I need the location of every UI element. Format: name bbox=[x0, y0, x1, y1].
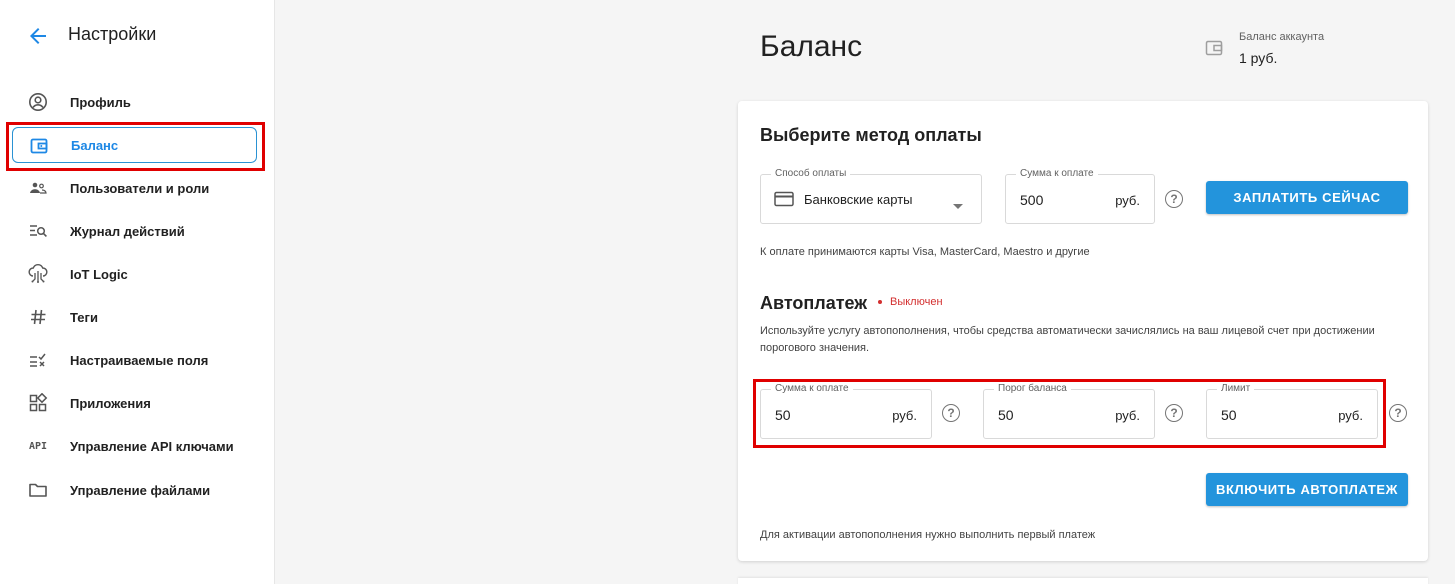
field-unit: руб. bbox=[1115, 408, 1140, 423]
sidebar-item-journal[interactable]: Журнал действий bbox=[12, 213, 257, 249]
sidebar-item-tags[interactable]: Теги bbox=[12, 299, 257, 335]
apps-icon bbox=[28, 393, 48, 413]
field-value: 500 bbox=[1020, 192, 1044, 208]
wallet-icon bbox=[29, 136, 49, 156]
field-unit: руб. bbox=[892, 408, 917, 423]
sidebar-title: Настройки bbox=[68, 24, 157, 44]
sidebar-item-apps[interactable]: Приложения bbox=[12, 385, 257, 421]
sidebar-item-label: Управление API ключами bbox=[70, 438, 234, 454]
payment-amount-field[interactable]: Сумма к оплате 500 руб. bbox=[1005, 168, 1155, 224]
sidebar-header: Настройки bbox=[0, 0, 275, 70]
field-label: Способ оплаты bbox=[771, 168, 851, 179]
field-label: Лимит bbox=[1217, 383, 1255, 394]
sidebar-item-label: Профиль bbox=[70, 94, 131, 110]
field-value: 50 bbox=[1221, 407, 1237, 423]
payment-method-value: Банковские карты bbox=[804, 192, 913, 207]
page-title: Баланс bbox=[760, 30, 863, 63]
autopay-heading: Автоплатеж bbox=[760, 293, 868, 313]
sidebar-item-label: Пользователи и роли bbox=[70, 180, 210, 196]
api-icon: API bbox=[28, 436, 48, 456]
sidebar-item-custom-fields[interactable]: Настраиваемые поля bbox=[12, 342, 257, 378]
journal-search-icon bbox=[28, 221, 48, 241]
help-icon[interactable]: ? bbox=[1165, 190, 1183, 208]
help-icon[interactable]: ? bbox=[1389, 404, 1407, 422]
sidebar-item-label: Журнал действий bbox=[70, 223, 185, 239]
autopay-status: Выключен bbox=[890, 296, 943, 308]
payment-method-heading: Выберите метод оплаты bbox=[760, 125, 982, 145]
sidebar-item-label: Баланс bbox=[71, 137, 119, 153]
sidebar-item-label: Управление файлами bbox=[70, 482, 211, 498]
field-value: 50 bbox=[775, 407, 791, 423]
profile-icon bbox=[28, 92, 48, 112]
sidebar-item-iot-logic[interactable]: IoT Logic bbox=[12, 256, 257, 292]
chevron-down-icon bbox=[953, 197, 963, 215]
sidebar-item-label: IoT Logic bbox=[70, 266, 128, 282]
account-balance-value: 1 руб. bbox=[1239, 50, 1278, 66]
sidebar-item-files[interactable]: Управление файлами bbox=[12, 472, 257, 508]
payment-note: К оплате принимаются карты Visa, MasterC… bbox=[760, 246, 1090, 258]
iot-logic-icon bbox=[28, 264, 48, 284]
autopay-footnote: Для активации автопополнения нужно выпол… bbox=[760, 529, 1096, 541]
autopay-limit-field[interactable]: Лимит 50 руб. bbox=[1206, 383, 1378, 439]
back-arrow-icon[interactable] bbox=[26, 24, 50, 48]
api-icon-text: API bbox=[28, 440, 48, 452]
autopay-description-line2: порогового значения. bbox=[760, 342, 870, 354]
sidebar: Настройки Профиль Баланс Пользователи и … bbox=[0, 0, 275, 584]
field-value: 50 bbox=[998, 407, 1014, 423]
autopay-description-line1: Используйте услугу автопополнения, чтобы… bbox=[760, 325, 1375, 337]
field-label: Сумма к оплате bbox=[1016, 168, 1098, 179]
field-label: Порог баланса bbox=[994, 383, 1071, 394]
sidebar-item-label: Настраиваемые поля bbox=[70, 352, 209, 368]
field-unit: руб. bbox=[1115, 193, 1140, 208]
folder-icon bbox=[28, 480, 48, 500]
custom-fields-icon bbox=[28, 350, 48, 370]
sidebar-item-users-roles[interactable]: Пользователи и роли bbox=[12, 170, 257, 206]
pay-now-button[interactable]: ЗАПЛАТИТЬ СЕЙЧАС bbox=[1206, 181, 1408, 214]
next-card-edge bbox=[738, 578, 1428, 584]
account-balance-label: Баланс аккаунта bbox=[1239, 31, 1325, 43]
sidebar-item-balance[interactable]: Баланс bbox=[12, 127, 257, 163]
field-unit: руб. bbox=[1338, 408, 1363, 423]
status-dot bbox=[878, 300, 882, 304]
autopay-amount-field[interactable]: Сумма к оплате 50 руб. bbox=[760, 383, 932, 439]
sidebar-item-label: Приложения bbox=[70, 395, 151, 411]
payment-method-select[interactable]: Способ оплаты Банковские карты bbox=[760, 168, 982, 224]
sidebar-item-profile[interactable]: Профиль bbox=[12, 84, 257, 120]
field-label: Сумма к оплате bbox=[771, 383, 853, 394]
hashtag-icon bbox=[28, 307, 48, 327]
enable-autopay-button[interactable]: ВКЛЮЧИТЬ АВТОПЛАТЕЖ bbox=[1206, 473, 1408, 506]
wallet-icon bbox=[1205, 39, 1223, 57]
help-icon[interactable]: ? bbox=[1165, 404, 1183, 422]
sidebar-item-api-keys[interactable]: API Управление API ключами bbox=[12, 428, 257, 464]
sidebar-item-label: Теги bbox=[70, 309, 98, 325]
users-icon bbox=[28, 178, 48, 198]
credit-card-icon bbox=[774, 191, 794, 212]
help-icon[interactable]: ? bbox=[942, 404, 960, 422]
autopay-threshold-field[interactable]: Порог баланса 50 руб. bbox=[983, 383, 1155, 439]
